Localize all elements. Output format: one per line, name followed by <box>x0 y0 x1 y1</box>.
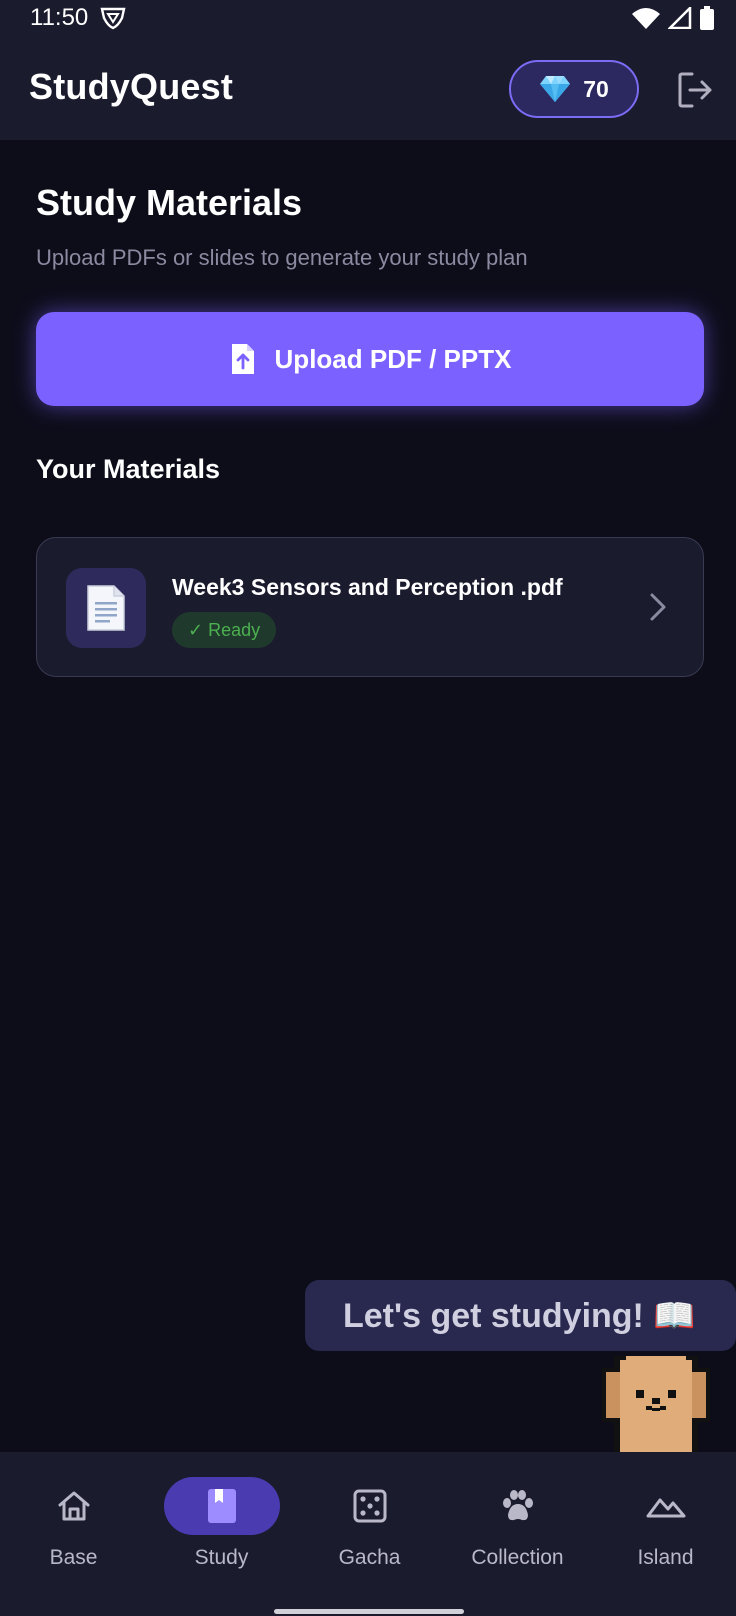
gem-count: 70 <box>583 75 609 102</box>
file-upload-icon <box>231 344 254 374</box>
nav-item-gacha[interactable]: Gacha <box>296 1452 443 1592</box>
mountain-icon <box>646 1498 685 1518</box>
gem-balance[interactable]: 70 <box>509 60 639 118</box>
dog-mascot-icon[interactable] <box>596 1350 716 1455</box>
upload-button[interactable]: Upload PDF / PPTX <box>36 312 704 406</box>
nav-icon-container <box>163 1477 280 1535</box>
upload-button-label: Upload PDF / PPTX <box>274 343 512 374</box>
nav-label-gacha: Gacha <box>338 1546 401 1569</box>
material-name: Week3 Sensors and Perception .pdf <box>172 574 563 600</box>
app-bar: StudyQuest 70 <box>0 36 736 140</box>
nav-item-collection[interactable]: Collection <box>444 1452 591 1592</box>
bookmark-book-icon <box>207 1489 236 1523</box>
dice-icon <box>353 1489 386 1523</box>
nav-label-base: Base <box>49 1546 98 1569</box>
document-icon <box>87 585 125 631</box>
status-time: 11:50 <box>30 4 89 31</box>
status-bar: 11:50 <box>0 0 736 36</box>
bottom-navigation: Base Study Gacha Collection Island <box>0 1452 736 1616</box>
app-title: StudyQuest <box>29 66 234 107</box>
chevron-right-icon <box>650 593 666 621</box>
material-card[interactable]: Week3 Sensors and Perception .pdf ✓ Read… <box>36 537 704 677</box>
home-icon <box>58 1491 89 1521</box>
signal-icon <box>668 7 692 29</box>
wifi-icon <box>632 8 660 29</box>
page-title: Study Materials <box>36 182 303 223</box>
nav-label-study: Study <box>194 1546 249 1569</box>
paw-icon <box>502 1490 533 1521</box>
nav-item-study[interactable]: Study <box>148 1452 295 1592</box>
mascot-speech-bubble: Let's get studying! 📖 <box>305 1280 736 1351</box>
home-indicator[interactable] <box>274 1609 464 1614</box>
material-thumbnail <box>66 568 146 648</box>
diamond-icon <box>540 76 571 102</box>
nav-item-island[interactable]: Island <box>592 1452 736 1592</box>
battery-icon <box>700 6 714 30</box>
nav-label-collection: Collection <box>471 1546 564 1569</box>
nav-icon-container <box>460 1477 576 1535</box>
nav-item-base[interactable]: Base <box>0 1452 147 1592</box>
vpn-shield-icon <box>100 7 126 30</box>
status-badge: ✓ Ready <box>172 612 277 648</box>
page-subtitle: Upload PDFs or slides to generate your s… <box>36 245 528 270</box>
nav-label-island: Island <box>637 1546 694 1569</box>
status-icons <box>632 6 714 30</box>
nav-icon-container <box>312 1477 428 1535</box>
nav-icon-container <box>16 1477 132 1535</box>
section-title: Your Materials <box>36 454 221 484</box>
nav-icon-container <box>608 1477 724 1535</box>
logout-icon[interactable] <box>676 70 716 110</box>
